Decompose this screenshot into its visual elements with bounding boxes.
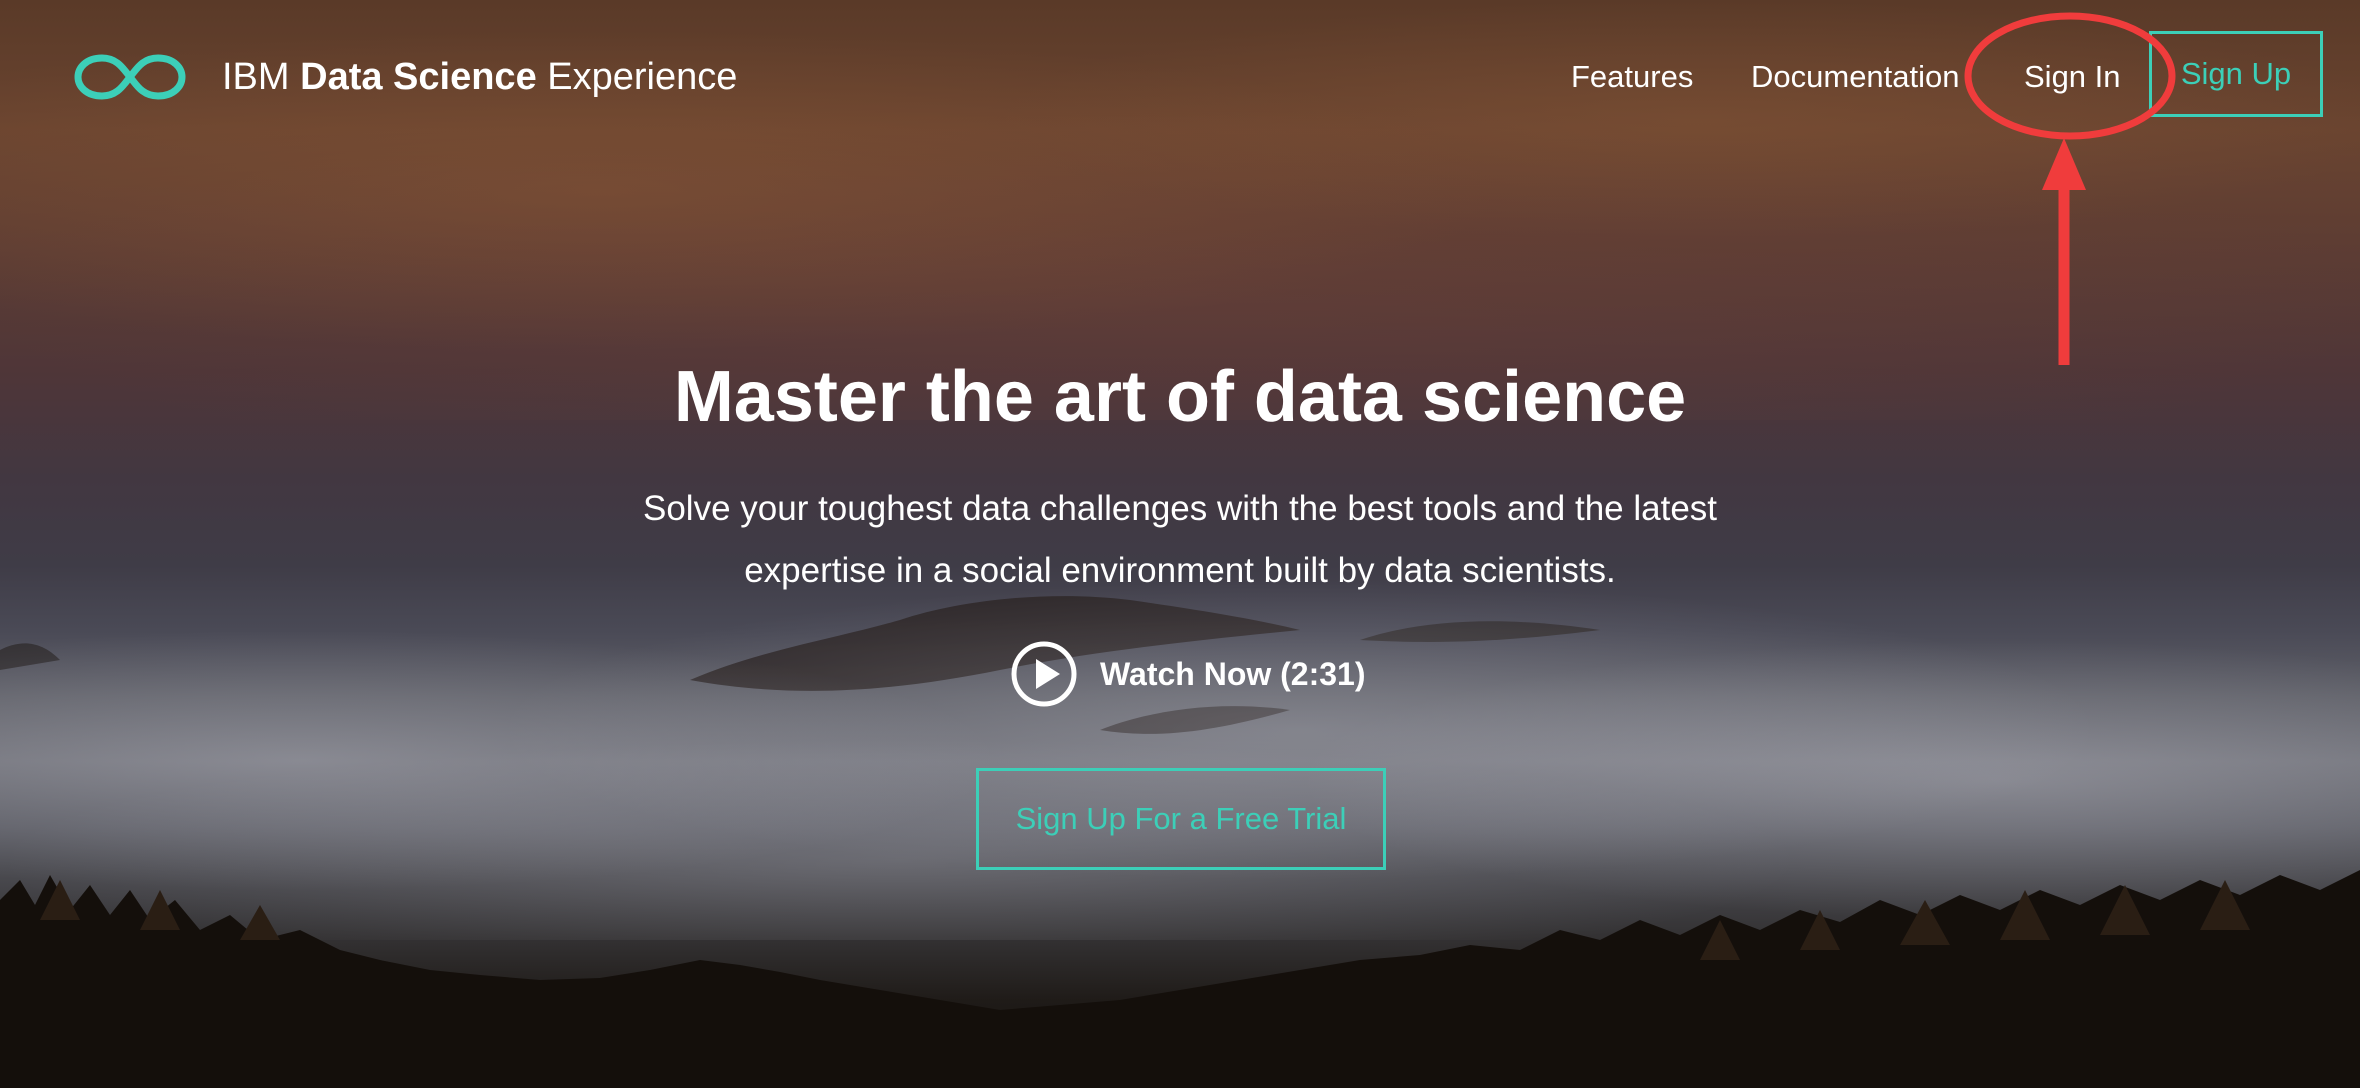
watch-now-label: Watch Now (2:31) xyxy=(1100,656,1366,692)
hero-subtitle-line-2: expertise in a social environment built … xyxy=(744,551,1616,590)
hero-title: Master the art of data science xyxy=(673,357,1687,437)
forest-silhouette xyxy=(0,870,2360,1088)
brand-bold: Data Science xyxy=(300,56,537,98)
play-circle-icon xyxy=(1011,641,1077,707)
sign-up-button[interactable]: Sign Up xyxy=(2149,31,2323,117)
free-trial-button[interactable]: Sign Up For a Free Trial xyxy=(976,768,1386,870)
sign-in-link[interactable]: Sign In xyxy=(2024,52,2121,102)
infinity-icon[interactable] xyxy=(74,52,186,102)
nav-documentation-link[interactable]: Documentation xyxy=(1751,52,1960,102)
brand-suffix: Experience xyxy=(547,56,738,98)
hero-subtitle-line-1: Solve your toughest data challenges with… xyxy=(642,489,1718,528)
nav-features-link[interactable]: Features xyxy=(1571,52,1693,102)
top-nav: IBM Data Science Experience Features Doc… xyxy=(0,0,2360,160)
brand-prefix: IBM xyxy=(222,56,290,98)
landing-page: IBM Data Science Experience Features Doc… xyxy=(0,0,2360,1088)
hero-subtitle: Solve your toughest data challenges with… xyxy=(580,478,1780,602)
brand-name[interactable]: IBM Data Science Experience xyxy=(222,52,737,102)
